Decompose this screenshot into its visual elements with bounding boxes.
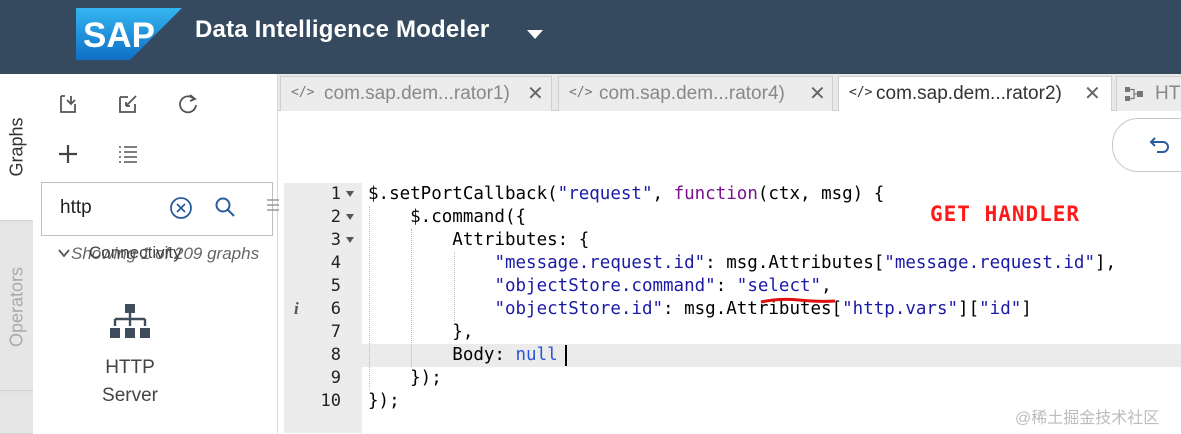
code-icon: </>: [849, 85, 873, 100]
code-text-1: $.setPortCallback("request", function(ct…: [368, 184, 885, 204]
sap-logo[interactable]: SAP: [76, 8, 182, 60]
operator-label-line2: Server: [102, 385, 158, 406]
tab-graphs-label: Graphs: [6, 117, 26, 177]
add-graph-icon[interactable]: [52, 138, 84, 170]
annotation-underline: [760, 297, 836, 304]
code-text-2: $.command({: [368, 207, 527, 227]
sidebar-menu-icon[interactable]: [267, 197, 279, 215]
code-line[interactable]: 4 "message.request.id": msg.Attributes["…: [284, 252, 1181, 275]
search-input[interactable]: http: [60, 197, 92, 219]
graphs-panel: http Showing 1 of 209 graphs Connectivit…: [33, 74, 279, 433]
operator-label-line1: HTTP: [105, 357, 155, 378]
tab-label: com.sap.dem...rator4): [599, 83, 785, 104]
close-icon[interactable]: ✕: [1084, 81, 1101, 106]
indent-guide: [411, 229, 412, 367]
code-line[interactable]: 3 Attributes: {: [284, 229, 1181, 252]
indent-guide: [369, 206, 370, 390]
code-text-3: Attributes: {: [368, 230, 590, 250]
http-server-operator-icon[interactable]: [109, 302, 151, 344]
code-text-8: Body: null: [368, 345, 558, 365]
fold-arrow-icon[interactable]: [346, 214, 354, 220]
group-label-connectivity: Connectivity: [89, 243, 182, 262]
code-line[interactable]: 9 });: [284, 367, 1181, 390]
line-number: 9: [330, 368, 341, 388]
code-text-9: });: [368, 368, 442, 388]
sap-logo-text: SAP: [83, 16, 155, 55]
get-handler-annotation: GET HANDLER: [930, 202, 1081, 226]
editor-tab-bar: </> com.sap.dem...rator1) ✕ </> com.sap.…: [278, 74, 1181, 112]
watermark: @稀土掘金技术社区: [1015, 410, 1160, 427]
indent-guide: [454, 252, 455, 321]
tab-graphs[interactable]: Graphs: [0, 74, 34, 221]
edit-graph-icon[interactable]: [112, 88, 144, 120]
code-text-5: "objectStore.command": "select",: [494, 276, 832, 296]
code-icon: </>: [291, 85, 315, 100]
graph-search-field[interactable]: http: [41, 182, 273, 236]
tab-operator1[interactable]: </> com.sap.dem...rator1) ✕: [280, 76, 552, 111]
line-number: 10: [320, 391, 341, 411]
line-number: 1: [330, 184, 341, 204]
fold-arrow-icon[interactable]: [346, 237, 354, 243]
tab-operator4[interactable]: </> com.sap.dem...rator4) ✕: [558, 76, 833, 111]
tab-operators-label: Operators: [6, 266, 26, 348]
search-icon[interactable]: [213, 195, 237, 219]
tab-operator2-active[interactable]: </> com.sap.dem...rator2) ✕: [838, 76, 1112, 112]
text-cursor: [565, 345, 567, 366]
tab-label: com.sap.dem...rator2): [876, 83, 1062, 104]
code-text-6: "objectStore.id": msg.Attributes["http.v…: [494, 299, 1032, 319]
fold-arrow-icon[interactable]: [346, 191, 354, 197]
close-icon[interactable]: ✕: [527, 81, 544, 106]
http-server-operator-label[interactable]: HTTP Server: [85, 354, 175, 410]
line-number: 3: [330, 230, 341, 250]
code-text-4: "message.request.id": msg.Attributes["me…: [494, 253, 1117, 273]
graph-icon: [1125, 87, 1143, 101]
code-line-active[interactable]: 8 Body: null: [284, 344, 1181, 367]
line-number: 2: [330, 207, 341, 227]
code-line[interactable]: i 6 "objectStore.id": msg.Attributes["ht…: [284, 298, 1181, 321]
undo-button[interactable]: [1112, 118, 1181, 172]
tab-graph-http[interactable]: HT: [1116, 76, 1181, 111]
code-icon: </>: [569, 85, 593, 100]
editor-toolbar: [284, 111, 1181, 183]
tab-operators[interactable]: Operators: [0, 224, 33, 391]
code-text-10: });: [368, 391, 400, 411]
code-line[interactable]: 7 },: [284, 321, 1181, 344]
close-icon[interactable]: ✕: [809, 81, 826, 106]
code-text-7: },: [368, 322, 474, 342]
line-number: 7: [330, 322, 341, 342]
line-number: 4: [330, 253, 341, 273]
collapse-all-icon[interactable]: [52, 88, 84, 120]
code-line[interactable]: 5 "objectStore.command": "select",: [284, 275, 1181, 298]
vertical-tab-strip: Graphs Operators: [0, 74, 34, 434]
tab-label: HT: [1155, 83, 1181, 104]
shell-bar: SAP Data Intelligence Modeler: [0, 0, 1181, 74]
line-number: 8: [330, 345, 341, 365]
line-number: 6: [330, 299, 341, 319]
chevron-down-icon[interactable]: [57, 246, 71, 260]
operator-group-header[interactable]: Showing 1 of 209 graphs Connectivity: [71, 243, 301, 268]
clear-search-icon[interactable]: [169, 196, 193, 220]
app-title[interactable]: Data Intelligence Modeler: [195, 16, 489, 44]
list-view-icon[interactable]: [112, 138, 144, 170]
tab-label: com.sap.dem...rator1): [324, 83, 510, 104]
line-number: 5: [330, 276, 341, 296]
tab-more[interactable]: [0, 394, 33, 434]
undo-icon: [1149, 137, 1169, 153]
title-dropdown-icon[interactable]: [527, 30, 543, 39]
refresh-icon[interactable]: [172, 88, 204, 120]
